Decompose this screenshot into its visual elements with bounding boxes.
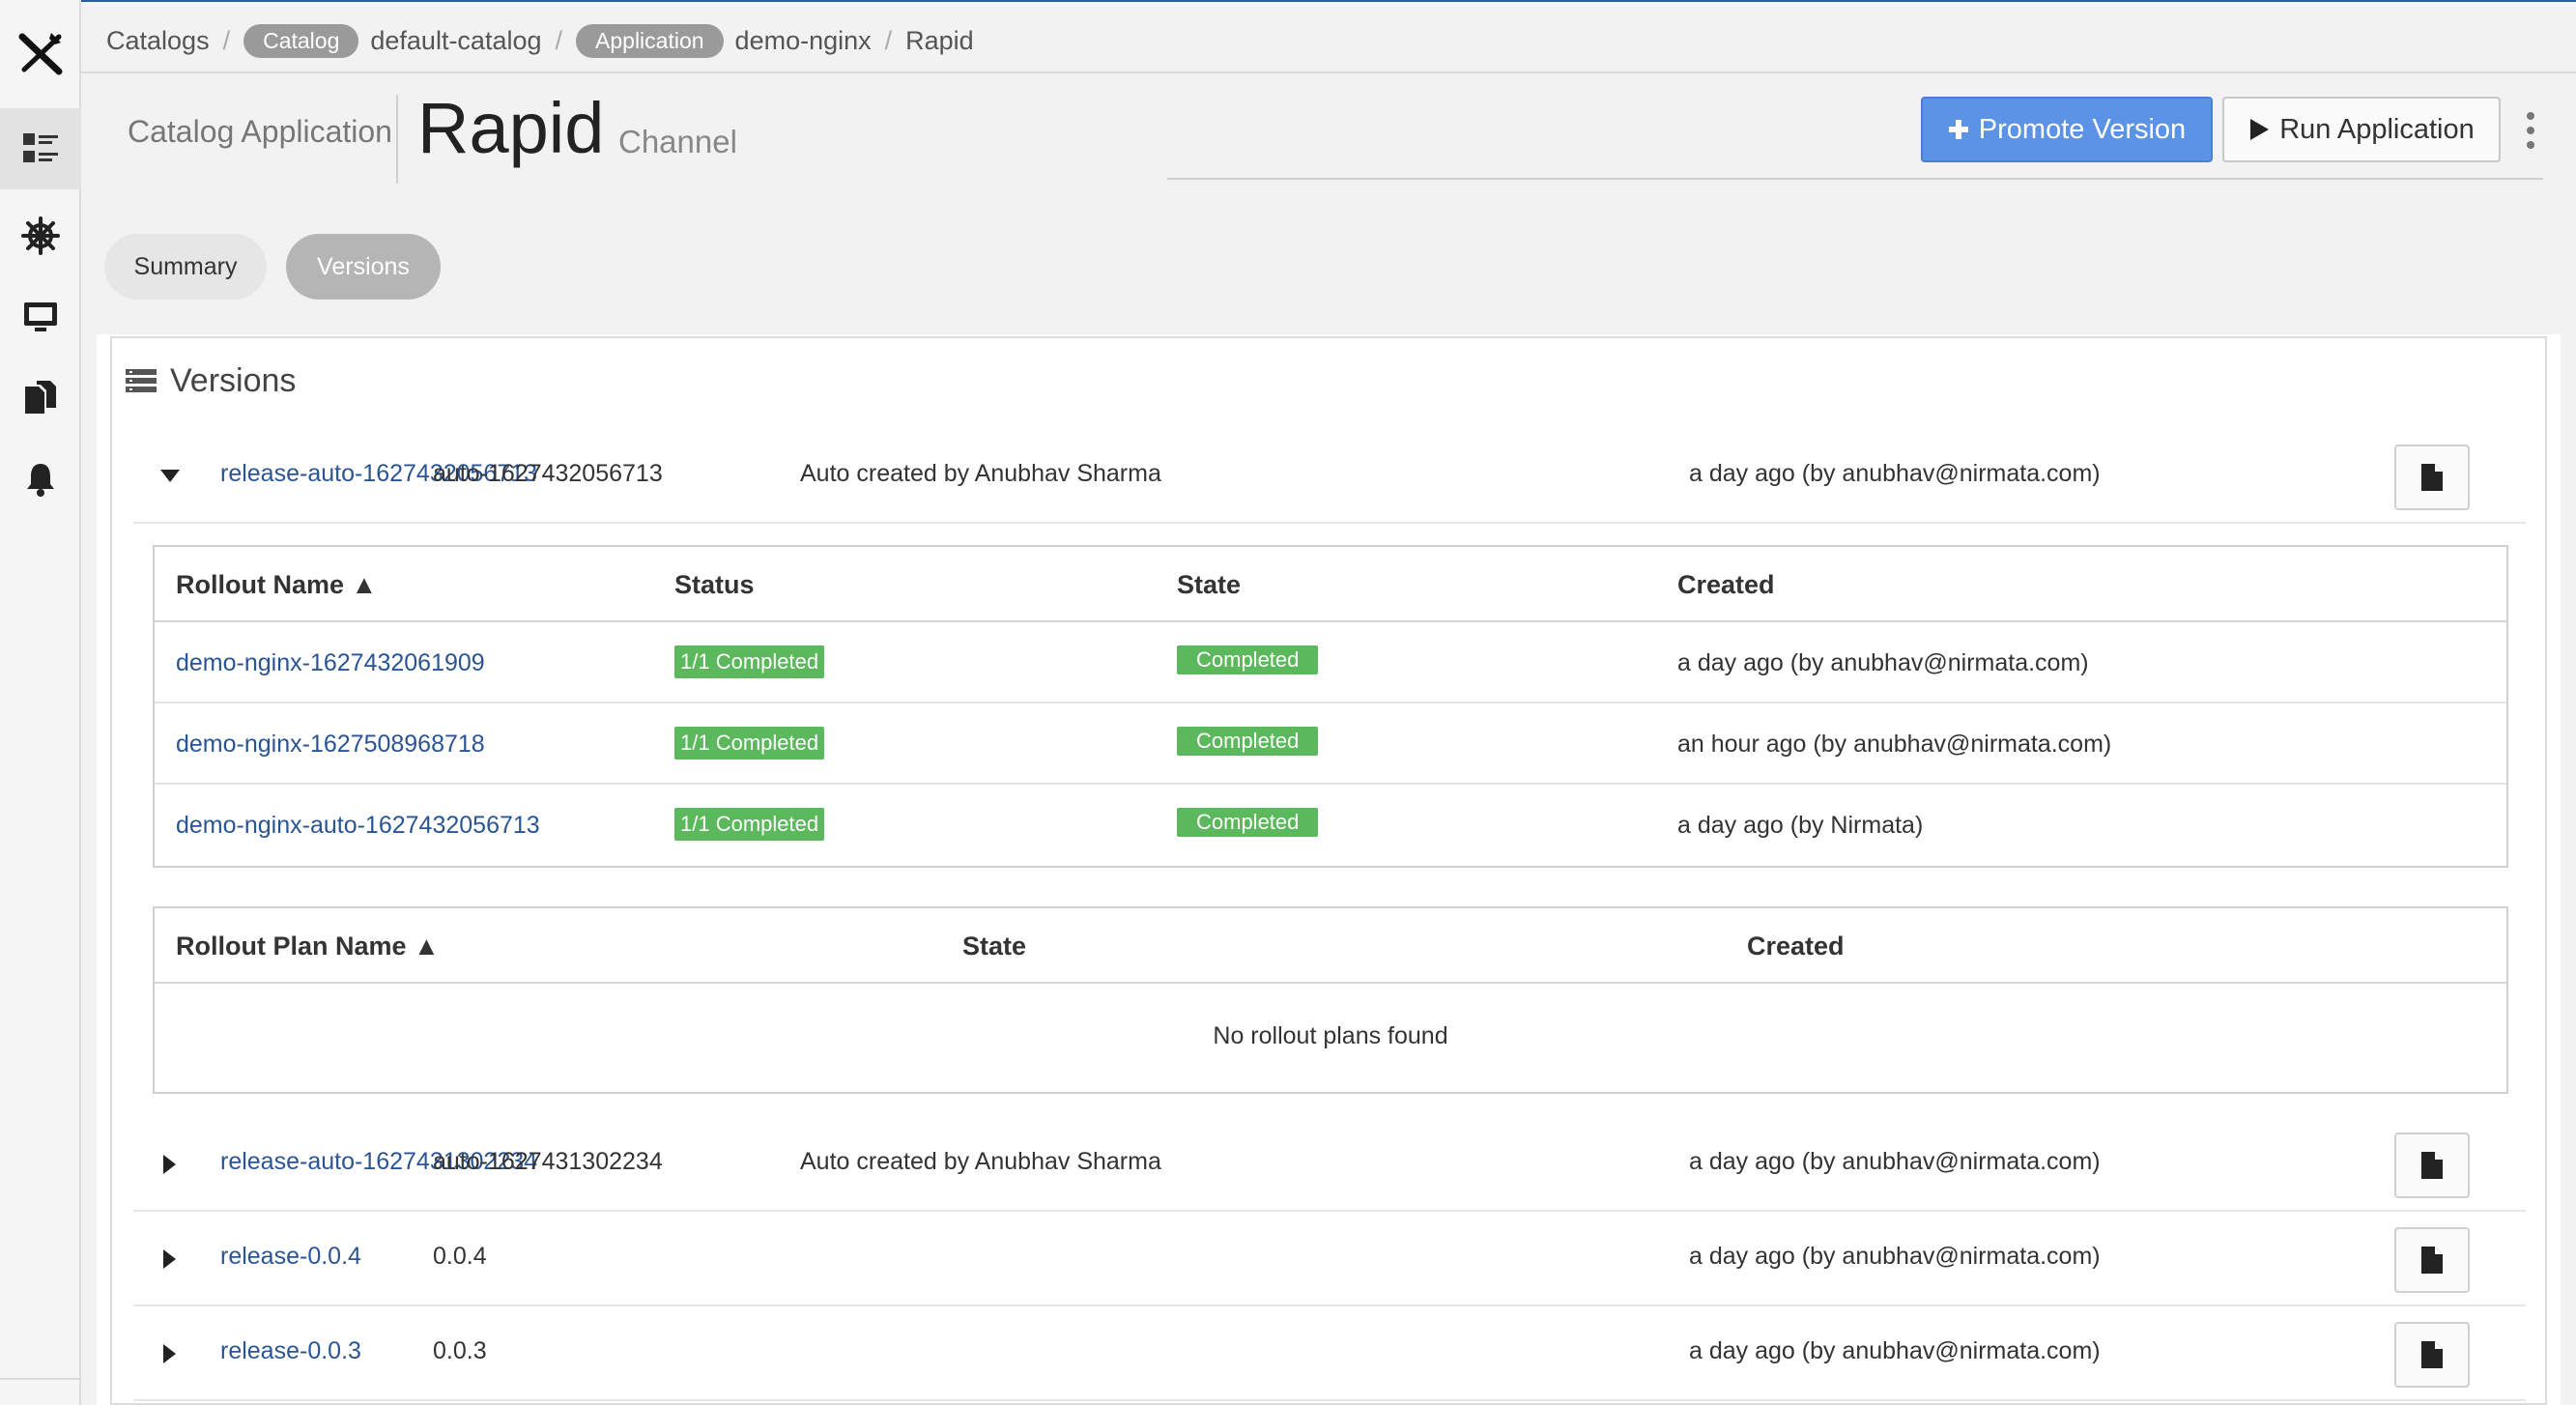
table-row: demo-nginx-1627508968718 1/1 Completed C… <box>155 703 2506 785</box>
tab-summary[interactable]: Summary <box>104 234 267 300</box>
version-created: a day ago (by anubhav@nirmata.com) <box>1689 1337 2101 1364</box>
header-underline <box>1167 178 2543 180</box>
version-row[interactable]: release-0.0.4 0.0.4 a day ago (by anubha… <box>133 1214 2526 1306</box>
file-icon <box>2421 1152 2443 1179</box>
table-row: demo-nginx-auto-1627432056713 1/1 Comple… <box>155 785 2506 866</box>
empty-state-text: No rollout plans found <box>1213 1022 1448 1049</box>
rollout-created: a day ago (by Nirmata) <box>1677 812 1924 839</box>
state-badge: Completed <box>1177 808 1319 837</box>
helm-wheel-icon[interactable] <box>0 195 81 276</box>
tab-versions[interactable]: Versions <box>286 234 441 300</box>
promote-version-label: Promote Version <box>1978 113 2187 145</box>
top-accent-line <box>81 0 2576 2</box>
rollout-created: an hour ago (by anubhav@nirmata.com) <box>1677 731 2112 758</box>
column-plan-state: State <box>962 932 1027 961</box>
breadcrumb-separator: / <box>555 25 563 55</box>
page-title: Rapid <box>417 88 605 168</box>
rollout-name-link[interactable]: demo-nginx-auto-1627432056713 <box>176 812 540 840</box>
version-tag: 0.0.3 <box>433 1337 487 1364</box>
rollouts-table: Rollout Name ▲ Status State Created demo… <box>153 545 2508 868</box>
breadcrumb-separator: / <box>884 25 893 55</box>
plus-icon <box>1948 120 1968 139</box>
caret-right-icon[interactable] <box>160 1341 180 1366</box>
run-application-label: Run Application <box>2279 113 2475 145</box>
breadcrumb-current: Rapid <box>905 25 974 55</box>
caret-down-icon[interactable] <box>160 464 180 489</box>
catalog-nav-icon[interactable] <box>0 108 81 189</box>
state-badge: Completed <box>1177 727 1319 756</box>
view-file-button[interactable] <box>2394 1322 2470 1388</box>
documents-icon[interactable] <box>0 358 81 439</box>
catalog-badge: Catalog <box>243 23 359 58</box>
file-icon <box>2421 1341 2443 1368</box>
app-logo-icon[interactable] <box>0 21 81 85</box>
rollout-plans-table-header: Rollout Plan Name ▲ State Created <box>155 908 2506 984</box>
monitor-icon[interactable] <box>0 276 81 358</box>
column-state: State <box>1177 570 1242 599</box>
page-subtitle: Catalog Application <box>128 114 392 149</box>
sidebar-divider <box>0 1378 81 1380</box>
version-created: a day ago (by anubhav@nirmata.com) <box>1689 1243 2101 1270</box>
version-tag: auto-1627432056713 <box>433 460 663 487</box>
version-created: a day ago (by anubhav@nirmata.com) <box>1689 1148 2101 1175</box>
breadcrumb-catalogs[interactable]: Catalogs <box>106 26 210 56</box>
breadcrumb-catalog-name[interactable]: default-catalog <box>370 26 541 56</box>
notifications-bell-icon[interactable] <box>0 439 81 520</box>
tabs: Summary Versions <box>104 234 441 300</box>
status-badge: 1/1 Completed <box>674 645 825 678</box>
page-kind: Channel <box>618 124 737 159</box>
state-badge: Completed <box>1177 645 1319 674</box>
file-icon <box>2421 464 2443 491</box>
version-row[interactable]: release-0.0.3 0.0.3 a day ago (by anubha… <box>133 1308 2526 1401</box>
rollout-created: a day ago (by anubhav@nirmata.com) <box>1677 649 2089 676</box>
empty-state: No rollout plans found <box>155 984 2506 1092</box>
rollouts-table-header: Rollout Name ▲ Status State Created <box>155 547 2506 622</box>
version-created: a day ago (by anubhav@nirmata.com) <box>1689 460 2101 487</box>
status-badge: 1/1 Completed <box>674 727 825 760</box>
version-row[interactable]: release-auto-1627432056713 auto-16274320… <box>133 431 2526 524</box>
rollout-name-link[interactable]: demo-nginx-1627508968718 <box>176 731 485 759</box>
rollout-name-link[interactable]: demo-nginx-1627432061909 <box>176 649 485 677</box>
application-badge: Application <box>576 23 724 58</box>
version-row[interactable]: release-auto-1627431302234 auto-16274313… <box>133 1119 2526 1212</box>
panel-title: Versions <box>126 361 296 400</box>
version-tag: auto-1627431302234 <box>433 1148 663 1175</box>
caret-right-icon[interactable] <box>160 1152 180 1177</box>
table-row: demo-nginx-1627432061909 1/1 Completed C… <box>155 622 2506 703</box>
run-application-button[interactable]: Run Application <box>2222 97 2501 162</box>
version-description: Auto created by Anubhav Sharma <box>800 460 1161 487</box>
column-created: Created <box>1677 570 1775 599</box>
status-badge: 1/1 Completed <box>674 808 825 841</box>
rollout-plans-table: Rollout Plan Name ▲ State Created No rol… <box>153 906 2508 1094</box>
breadcrumb: Catalogs / Catalog default-catalog / App… <box>106 21 974 60</box>
column-plan-created: Created <box>1747 932 1845 961</box>
breadcrumb-separator: / <box>222 25 231 55</box>
list-icon <box>126 369 157 392</box>
promote-version-button[interactable]: Promote Version <box>1921 97 2213 162</box>
column-rollout-name[interactable]: Rollout Name ▲ <box>176 570 377 600</box>
view-file-button[interactable] <box>2394 1133 2470 1198</box>
breadcrumb-app-name[interactable]: demo-nginx <box>735 26 872 56</box>
more-options-icon[interactable] <box>2518 106 2543 155</box>
view-file-button[interactable] <box>2394 1227 2470 1293</box>
caret-right-icon[interactable] <box>160 1247 180 1272</box>
breadcrumb-divider <box>81 72 2576 73</box>
panel-title-text: Versions <box>170 361 297 399</box>
left-sidebar <box>0 0 81 1405</box>
play-icon <box>2250 119 2270 140</box>
versions-panel: Versions release-auto-1627432056713 auto… <box>110 336 2547 1405</box>
version-description: Auto created by Anubhav Sharma <box>800 1148 1161 1175</box>
column-status: Status <box>674 570 755 599</box>
column-rollout-plan-name[interactable]: Rollout Plan Name ▲ <box>176 932 440 961</box>
file-icon <box>2421 1247 2443 1274</box>
version-name[interactable]: release-0.0.3 <box>220 1337 361 1365</box>
version-tag: 0.0.4 <box>433 1243 487 1270</box>
version-name[interactable]: release-0.0.4 <box>220 1243 361 1271</box>
view-file-button[interactable] <box>2394 444 2470 510</box>
header-separator <box>396 95 398 184</box>
